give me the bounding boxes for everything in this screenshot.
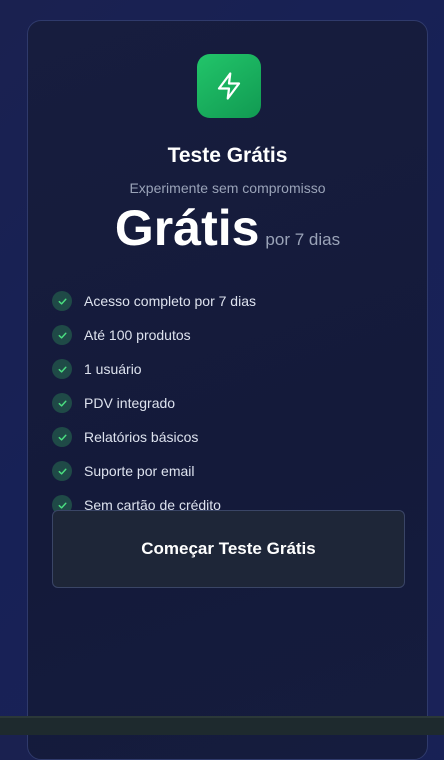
price-period: por 7 dias <box>265 230 341 249</box>
feature-label: Relatórios básicos <box>84 429 199 445</box>
check-icon <box>52 291 72 311</box>
start-free-trial-button[interactable]: Começar Teste Grátis <box>52 510 405 588</box>
price-value: Grátis <box>114 200 260 256</box>
price-row: Grátis por 7 dias <box>28 199 427 257</box>
feature-item: Suporte por email <box>52 454 256 488</box>
check-icon <box>52 461 72 481</box>
check-icon <box>52 325 72 345</box>
feature-label: Até 100 produtos <box>84 327 191 343</box>
feature-item: Relatórios básicos <box>52 420 256 454</box>
feature-label: Acesso completo por 7 dias <box>84 293 256 309</box>
feature-label: PDV integrado <box>84 395 176 411</box>
plan-subtitle: Experimente sem compromisso <box>129 180 326 196</box>
plan-title: Teste Grátis <box>167 144 288 167</box>
check-icon <box>52 359 72 379</box>
feature-list: Acesso completo por 7 dias Até 100 produ… <box>52 284 256 522</box>
pricing-card: Teste Grátis Experimente sem compromisso… <box>27 20 428 760</box>
feature-item: Até 100 produtos <box>52 318 256 352</box>
check-icon <box>52 427 72 447</box>
feature-item: PDV integrado <box>52 386 256 420</box>
check-icon <box>52 393 72 413</box>
feature-label: 1 usuário <box>84 361 142 377</box>
feature-item: 1 usuário <box>52 352 256 386</box>
feature-item: Acesso completo por 7 dias <box>52 284 256 318</box>
bottom-bar <box>0 716 444 735</box>
lightning-bolt-icon <box>197 54 261 118</box>
feature-label: Suporte por email <box>84 463 195 479</box>
